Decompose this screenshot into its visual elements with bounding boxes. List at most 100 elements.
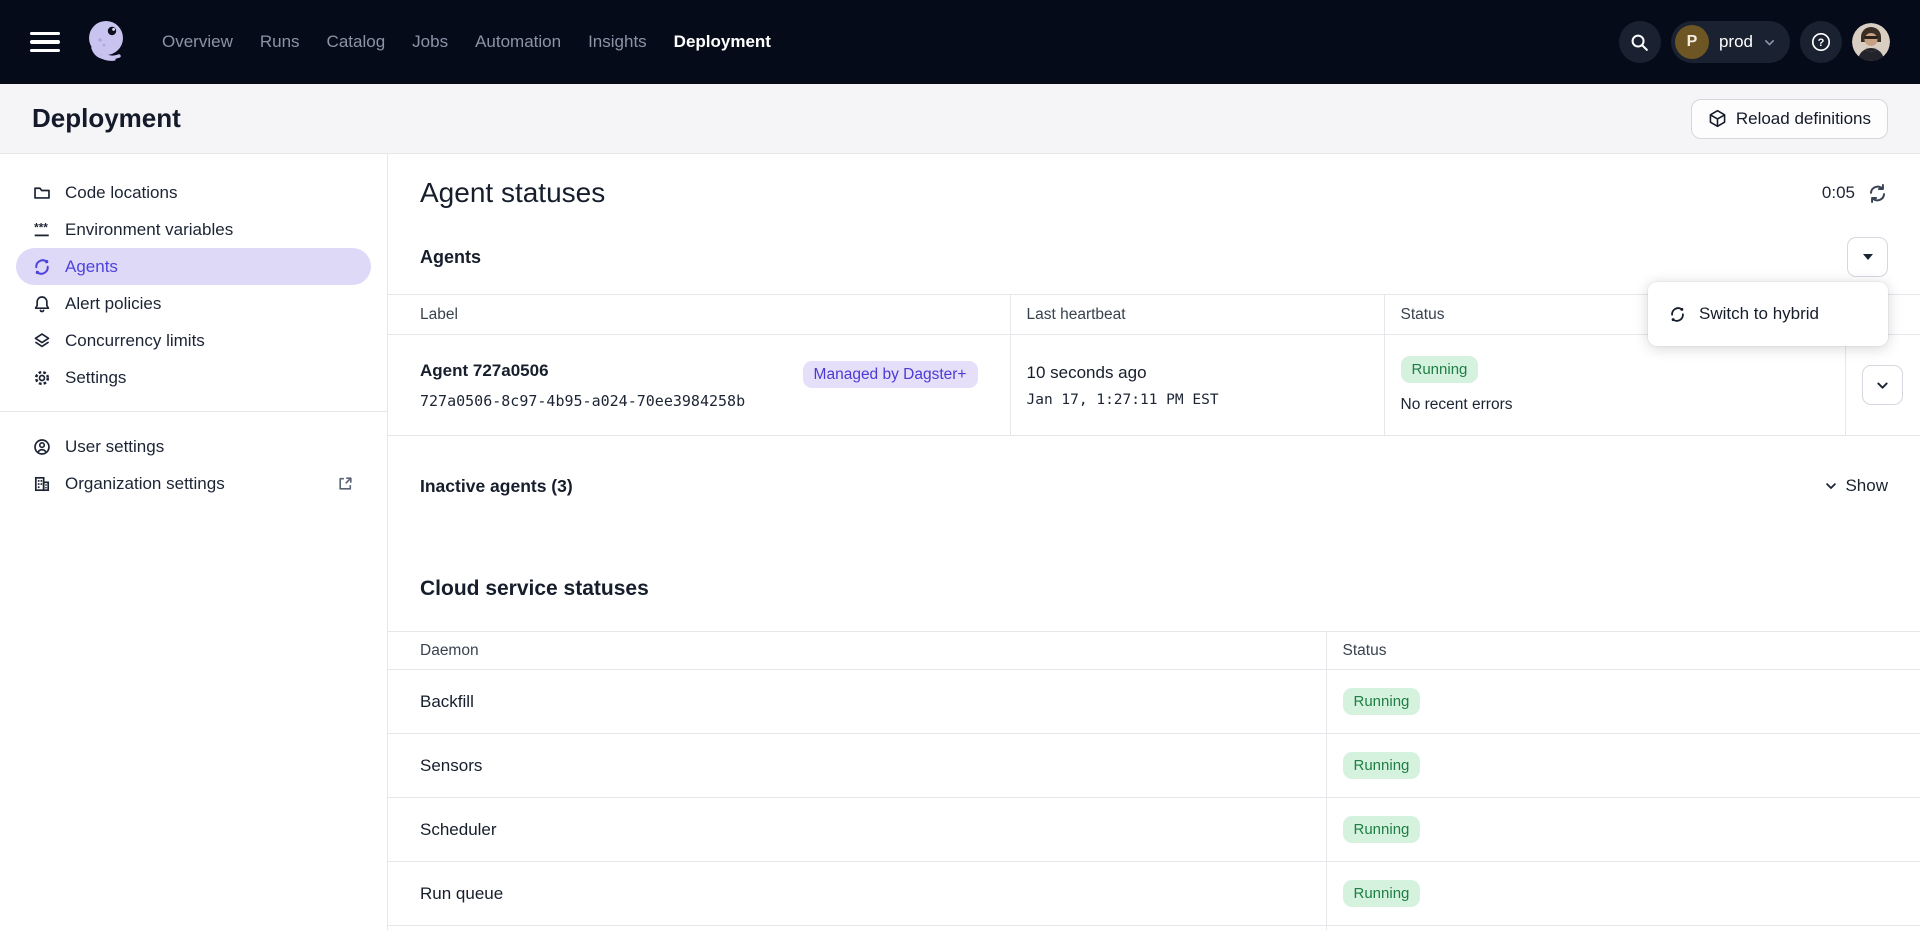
- status-note: No recent errors: [1401, 396, 1829, 414]
- nav-item-automation[interactable]: Automation: [475, 32, 561, 52]
- svg-text:?: ?: [1818, 37, 1825, 49]
- cloud-service-statuses-heading: Cloud service statuses: [420, 574, 1888, 604]
- status-badge: Running: [1401, 356, 1479, 383]
- env-vars-icon: ***: [33, 221, 51, 239]
- inactive-agents-title: Inactive agents (3): [420, 476, 573, 497]
- daemon-row: Backfill Running: [388, 670, 1920, 734]
- settings-sidebar: Code locations *** Environment variables…: [0, 154, 388, 930]
- nav-item-insights[interactable]: Insights: [588, 32, 647, 52]
- agent-name: Agent 727a0506: [420, 361, 745, 381]
- sidebar-item-concurrency-limits[interactable]: Concurrency limits: [16, 322, 371, 359]
- nav-right-cluster: P prod ?: [1619, 21, 1890, 63]
- sidebar-item-alert-policies[interactable]: Alert policies: [16, 285, 371, 322]
- daemon-row: Sensors Running: [388, 734, 1920, 798]
- daemon-row: [388, 926, 1920, 930]
- status-badge: Running: [1343, 688, 1421, 715]
- daemon-row: Scheduler Running: [388, 798, 1920, 862]
- deployment-name: prod: [1719, 32, 1753, 52]
- chevron-down-icon: [1763, 36, 1776, 49]
- menu-item-switch-to-hybrid[interactable]: Switch to hybrid: [1648, 290, 1888, 338]
- sidebar-item-code-locations[interactable]: Code locations: [16, 174, 371, 211]
- daemon-name: Run queue: [388, 862, 1326, 926]
- chevron-down-icon: [1875, 378, 1890, 393]
- sidebar-item-label: Agents: [65, 257, 118, 277]
- search-icon: [1630, 33, 1649, 52]
- reload-cube-icon: [1708, 109, 1727, 128]
- main-panel: Agent statuses 0:05 Agents Label Last he…: [388, 154, 1920, 930]
- sidebar-item-settings[interactable]: Settings: [16, 359, 371, 396]
- nav-item-jobs[interactable]: Jobs: [412, 32, 448, 52]
- help-icon: ?: [1810, 31, 1832, 53]
- cloud-table-header: Daemon Status: [388, 632, 1920, 670]
- sidebar-item-label: User settings: [65, 437, 164, 457]
- status-badge: Running: [1343, 880, 1421, 907]
- agent-icon: [33, 258, 51, 276]
- heartbeat-timestamp: Jan 17, 1:27:11 PM EST: [1027, 392, 1368, 408]
- refresh-icon: [1867, 183, 1888, 204]
- status-badge: Running: [1343, 752, 1421, 779]
- inactive-agents-show-toggle[interactable]: Show: [1824, 476, 1888, 496]
- agent-row: Agent 727a0506 727a0506-8c97-4b95-a024-7…: [388, 335, 1920, 436]
- show-label: Show: [1845, 476, 1888, 496]
- layers-icon: [33, 332, 51, 350]
- heartbeat-relative: 10 seconds ago: [1027, 363, 1368, 383]
- agents-dropdown-menu: Switch to hybrid: [1648, 282, 1888, 346]
- column-header-daemon: Daemon: [388, 632, 1326, 670]
- help-button[interactable]: ?: [1800, 21, 1842, 63]
- sidebar-item-user-settings[interactable]: User settings: [16, 428, 371, 465]
- daemon-name: Sensors: [388, 734, 1326, 798]
- deployment-avatar: P: [1675, 25, 1709, 59]
- nav-item-overview[interactable]: Overview: [162, 32, 233, 52]
- primary-nav: Overview Runs Catalog Jobs Automation In…: [162, 32, 771, 52]
- dagster-logo-icon[interactable]: [80, 14, 132, 70]
- nav-item-catalog[interactable]: Catalog: [327, 32, 386, 52]
- nav-item-runs[interactable]: Runs: [260, 32, 300, 52]
- reload-definitions-button[interactable]: Reload definitions: [1691, 99, 1888, 139]
- folder-icon: [33, 184, 51, 202]
- menu-item-label: Switch to hybrid: [1699, 304, 1819, 324]
- page-header: Deployment Reload definitions: [0, 84, 1920, 154]
- sidebar-item-label: Organization settings: [65, 474, 225, 494]
- status-badge: Running: [1343, 816, 1421, 843]
- refresh-button[interactable]: [1867, 183, 1888, 204]
- top-nav: Overview Runs Catalog Jobs Automation In…: [0, 0, 1920, 84]
- reload-definitions-label: Reload definitions: [1736, 109, 1871, 129]
- cloud-services-table: Daemon Status Backfill Running Sensors R…: [388, 631, 1920, 930]
- user-icon: [33, 438, 51, 456]
- bell-icon: [33, 295, 51, 313]
- daemon-name: Backfill: [388, 670, 1326, 734]
- sidebar-item-label: Alert policies: [65, 294, 161, 314]
- sidebar-item-label: Concurrency limits: [65, 331, 205, 351]
- sidebar-divider: [0, 411, 387, 412]
- sidebar-item-label: Environment variables: [65, 220, 233, 240]
- caret-down-icon: [1863, 254, 1873, 260]
- daemon-row: Run queue Running: [388, 862, 1920, 926]
- daemon-name: Scheduler: [388, 798, 1326, 862]
- page-title: Deployment: [32, 103, 181, 134]
- chevron-down-icon: [1824, 479, 1838, 493]
- column-header-status: Status: [1326, 632, 1920, 670]
- sidebar-item-label: Code locations: [65, 183, 177, 203]
- agent-row-menu-button[interactable]: [1862, 365, 1903, 405]
- external-link-icon: [337, 475, 354, 492]
- gear-icon: [33, 369, 51, 387]
- agent-icon: [1669, 306, 1686, 323]
- column-header-last-heartbeat: Last heartbeat: [1010, 295, 1384, 335]
- column-header-label: Label: [388, 295, 1010, 335]
- agents-menu-button[interactable]: [1847, 237, 1888, 277]
- sidebar-item-environment-variables[interactable]: *** Environment variables: [16, 211, 371, 248]
- menu-icon[interactable]: [30, 32, 60, 53]
- user-avatar[interactable]: [1852, 23, 1890, 61]
- nav-item-deployment[interactable]: Deployment: [674, 32, 771, 52]
- refresh-countdown: 0:05: [1822, 183, 1855, 203]
- managed-badge: Managed by Dagster+: [803, 361, 978, 388]
- agents-section-title: Agents: [420, 247, 481, 268]
- svg-text:***: ***: [34, 221, 48, 235]
- deployment-switcher[interactable]: P prod: [1671, 21, 1790, 63]
- sidebar-item-organization-settings[interactable]: Organization settings: [16, 465, 371, 502]
- building-icon: [33, 475, 51, 493]
- sidebar-item-agents[interactable]: Agents: [16, 248, 371, 285]
- sidebar-item-label: Settings: [65, 368, 126, 388]
- search-button[interactable]: [1619, 21, 1661, 63]
- agent-statuses-heading: Agent statuses: [420, 177, 605, 209]
